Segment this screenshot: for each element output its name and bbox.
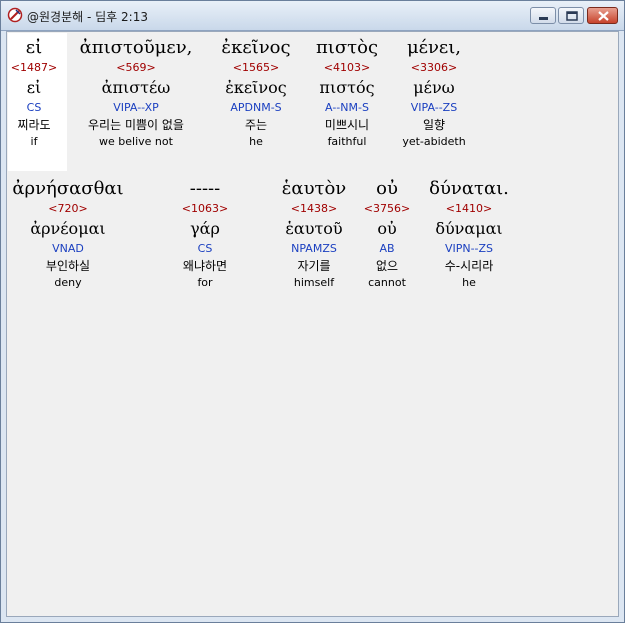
- greek-word: ἐκεῖνος: [221, 37, 291, 58]
- window-title: @원경분해 - 딤후 2:13: [27, 10, 148, 24]
- greek-lemma: ἀρνέομαι: [30, 219, 106, 238]
- greek-word: -----: [189, 178, 221, 199]
- greek-lemma: οὐ: [377, 219, 397, 238]
- english-gloss: yet-abideth: [402, 135, 466, 148]
- english-gloss: we belive not: [99, 135, 173, 148]
- korean-gloss: 부인하실: [45, 259, 91, 273]
- korean-gloss: 수-시리라: [444, 259, 494, 273]
- strong-number: <569>: [116, 61, 156, 74]
- word-column[interactable]: ----- <1063> γάρ CS 왜냐하면 for: [167, 177, 243, 290]
- greek-lemma: μένω: [413, 78, 455, 97]
- greek-word: δύναται.: [429, 178, 509, 199]
- word-column[interactable]: ἐκεῖνος <1565> ἐκεῖνος APDNM-S 주는 he: [211, 36, 301, 149]
- maximize-button[interactable]: [558, 7, 584, 24]
- korean-gloss: 왜냐하면: [182, 259, 228, 273]
- parse-code: A--NM-S: [325, 101, 369, 114]
- strong-number: <1565>: [232, 61, 280, 74]
- strong-number: <1063>: [181, 202, 229, 215]
- minimize-icon: [539, 17, 548, 20]
- parse-code: CS: [197, 242, 213, 255]
- interlinear-view[interactable]: εἰ <1487> εἰ CS 찌라도 if ἀπιστοῦμεν, <569>…: [6, 31, 619, 617]
- title-bar[interactable]: @원경분해 - 딤후 2:13: [1, 1, 624, 31]
- greek-word: ἀρνήσασθαι: [12, 178, 124, 199]
- english-gloss: he: [462, 276, 476, 289]
- strong-number: <720>: [48, 202, 88, 215]
- minimize-button[interactable]: [530, 7, 556, 24]
- english-gloss: deny: [54, 276, 82, 289]
- strong-number: <1410>: [445, 202, 493, 215]
- greek-lemma: εἰ: [26, 78, 42, 97]
- word-column[interactable]: ἀπιστοῦμεν, <569> ἀπιστέω VIPA--XP 우리는 미…: [69, 36, 203, 149]
- greek-word: ἑαυτὸν: [281, 178, 347, 199]
- greek-word: οὐ: [376, 178, 398, 199]
- english-gloss: himself: [293, 276, 335, 289]
- parse-code: VIPN--ZS: [444, 242, 494, 255]
- close-button[interactable]: [587, 7, 618, 24]
- greek-lemma: ἐκεῖνος: [225, 78, 287, 97]
- greek-word: μένει,: [406, 37, 462, 58]
- maximize-icon: [566, 11, 578, 21]
- word-column[interactable]: πιστὸς <4103> πιστός A--NM-S 미쁘시니 faithf…: [305, 36, 389, 149]
- korean-gloss: 우리는 미쁨이 없을: [88, 118, 184, 132]
- greek-lemma: πιστός: [319, 78, 375, 97]
- word-column[interactable]: ἀρνήσασθαι <720> ἀρνέομαι VNAD 부인하실 deny: [9, 177, 127, 290]
- korean-gloss: 자기를: [297, 259, 331, 273]
- close-icon: [598, 11, 609, 21]
- korean-gloss: 주는: [244, 118, 268, 132]
- parse-code: AB: [379, 242, 395, 255]
- greek-lemma: ἀπιστέω: [101, 78, 171, 97]
- parse-code: VIPA--XP: [113, 101, 159, 114]
- strong-number: <3756>: [363, 202, 411, 215]
- greek-lemma: δύναμαι: [435, 219, 503, 238]
- greek-word: ἀπιστοῦμεν,: [79, 37, 193, 58]
- app-window: @원경분해 - 딤후 2:13 εἰ <1487> εἰ CS 찌라도 if ἀ…: [0, 0, 625, 623]
- english-gloss: if: [30, 135, 38, 148]
- english-gloss: for: [197, 276, 213, 289]
- greek-lemma: γάρ: [190, 219, 220, 238]
- english-gloss: cannot: [368, 276, 406, 289]
- greek-word: εἰ: [25, 37, 43, 58]
- greek-lemma: ἑαυτοῦ: [285, 219, 343, 238]
- parse-code: CS: [26, 101, 42, 114]
- strong-number: <4103>: [323, 61, 371, 74]
- word-column[interactable]: οὐ <3756> οὐ AB 없으 cannot: [359, 177, 415, 290]
- word-column[interactable]: δύναται. <1410> δύναμαι VIPN--ZS 수-시리라 h…: [421, 177, 517, 290]
- word-column[interactable]: μένει, <3306> μένω VIPA--ZS 일향 yet-abide…: [395, 36, 473, 149]
- parse-code: VIPA--ZS: [410, 101, 458, 114]
- word-column[interactable]: εἰ <1487> εἰ CS 찌라도 if: [10, 36, 58, 149]
- english-gloss: he: [249, 135, 263, 148]
- korean-gloss: 일향: [422, 118, 446, 132]
- strong-number: <3306>: [410, 61, 458, 74]
- app-icon[interactable]: [7, 7, 23, 23]
- strong-number: <1438>: [290, 202, 338, 215]
- parse-code: VNAD: [52, 242, 84, 255]
- korean-gloss: 찌라도: [17, 118, 51, 132]
- parse-code: NPAMZS: [291, 242, 337, 255]
- korean-gloss: 미쁘시니: [324, 118, 370, 132]
- parse-code: APDNM-S: [230, 101, 282, 114]
- strong-number: <1487>: [10, 61, 58, 74]
- english-gloss: faithful: [327, 135, 367, 148]
- word-column[interactable]: ἑαυτὸν <1438> ἑαυτοῦ NPAMZS 자기를 himself: [269, 177, 359, 290]
- greek-word: πιστὸς: [315, 37, 379, 58]
- korean-gloss: 없으: [375, 259, 399, 273]
